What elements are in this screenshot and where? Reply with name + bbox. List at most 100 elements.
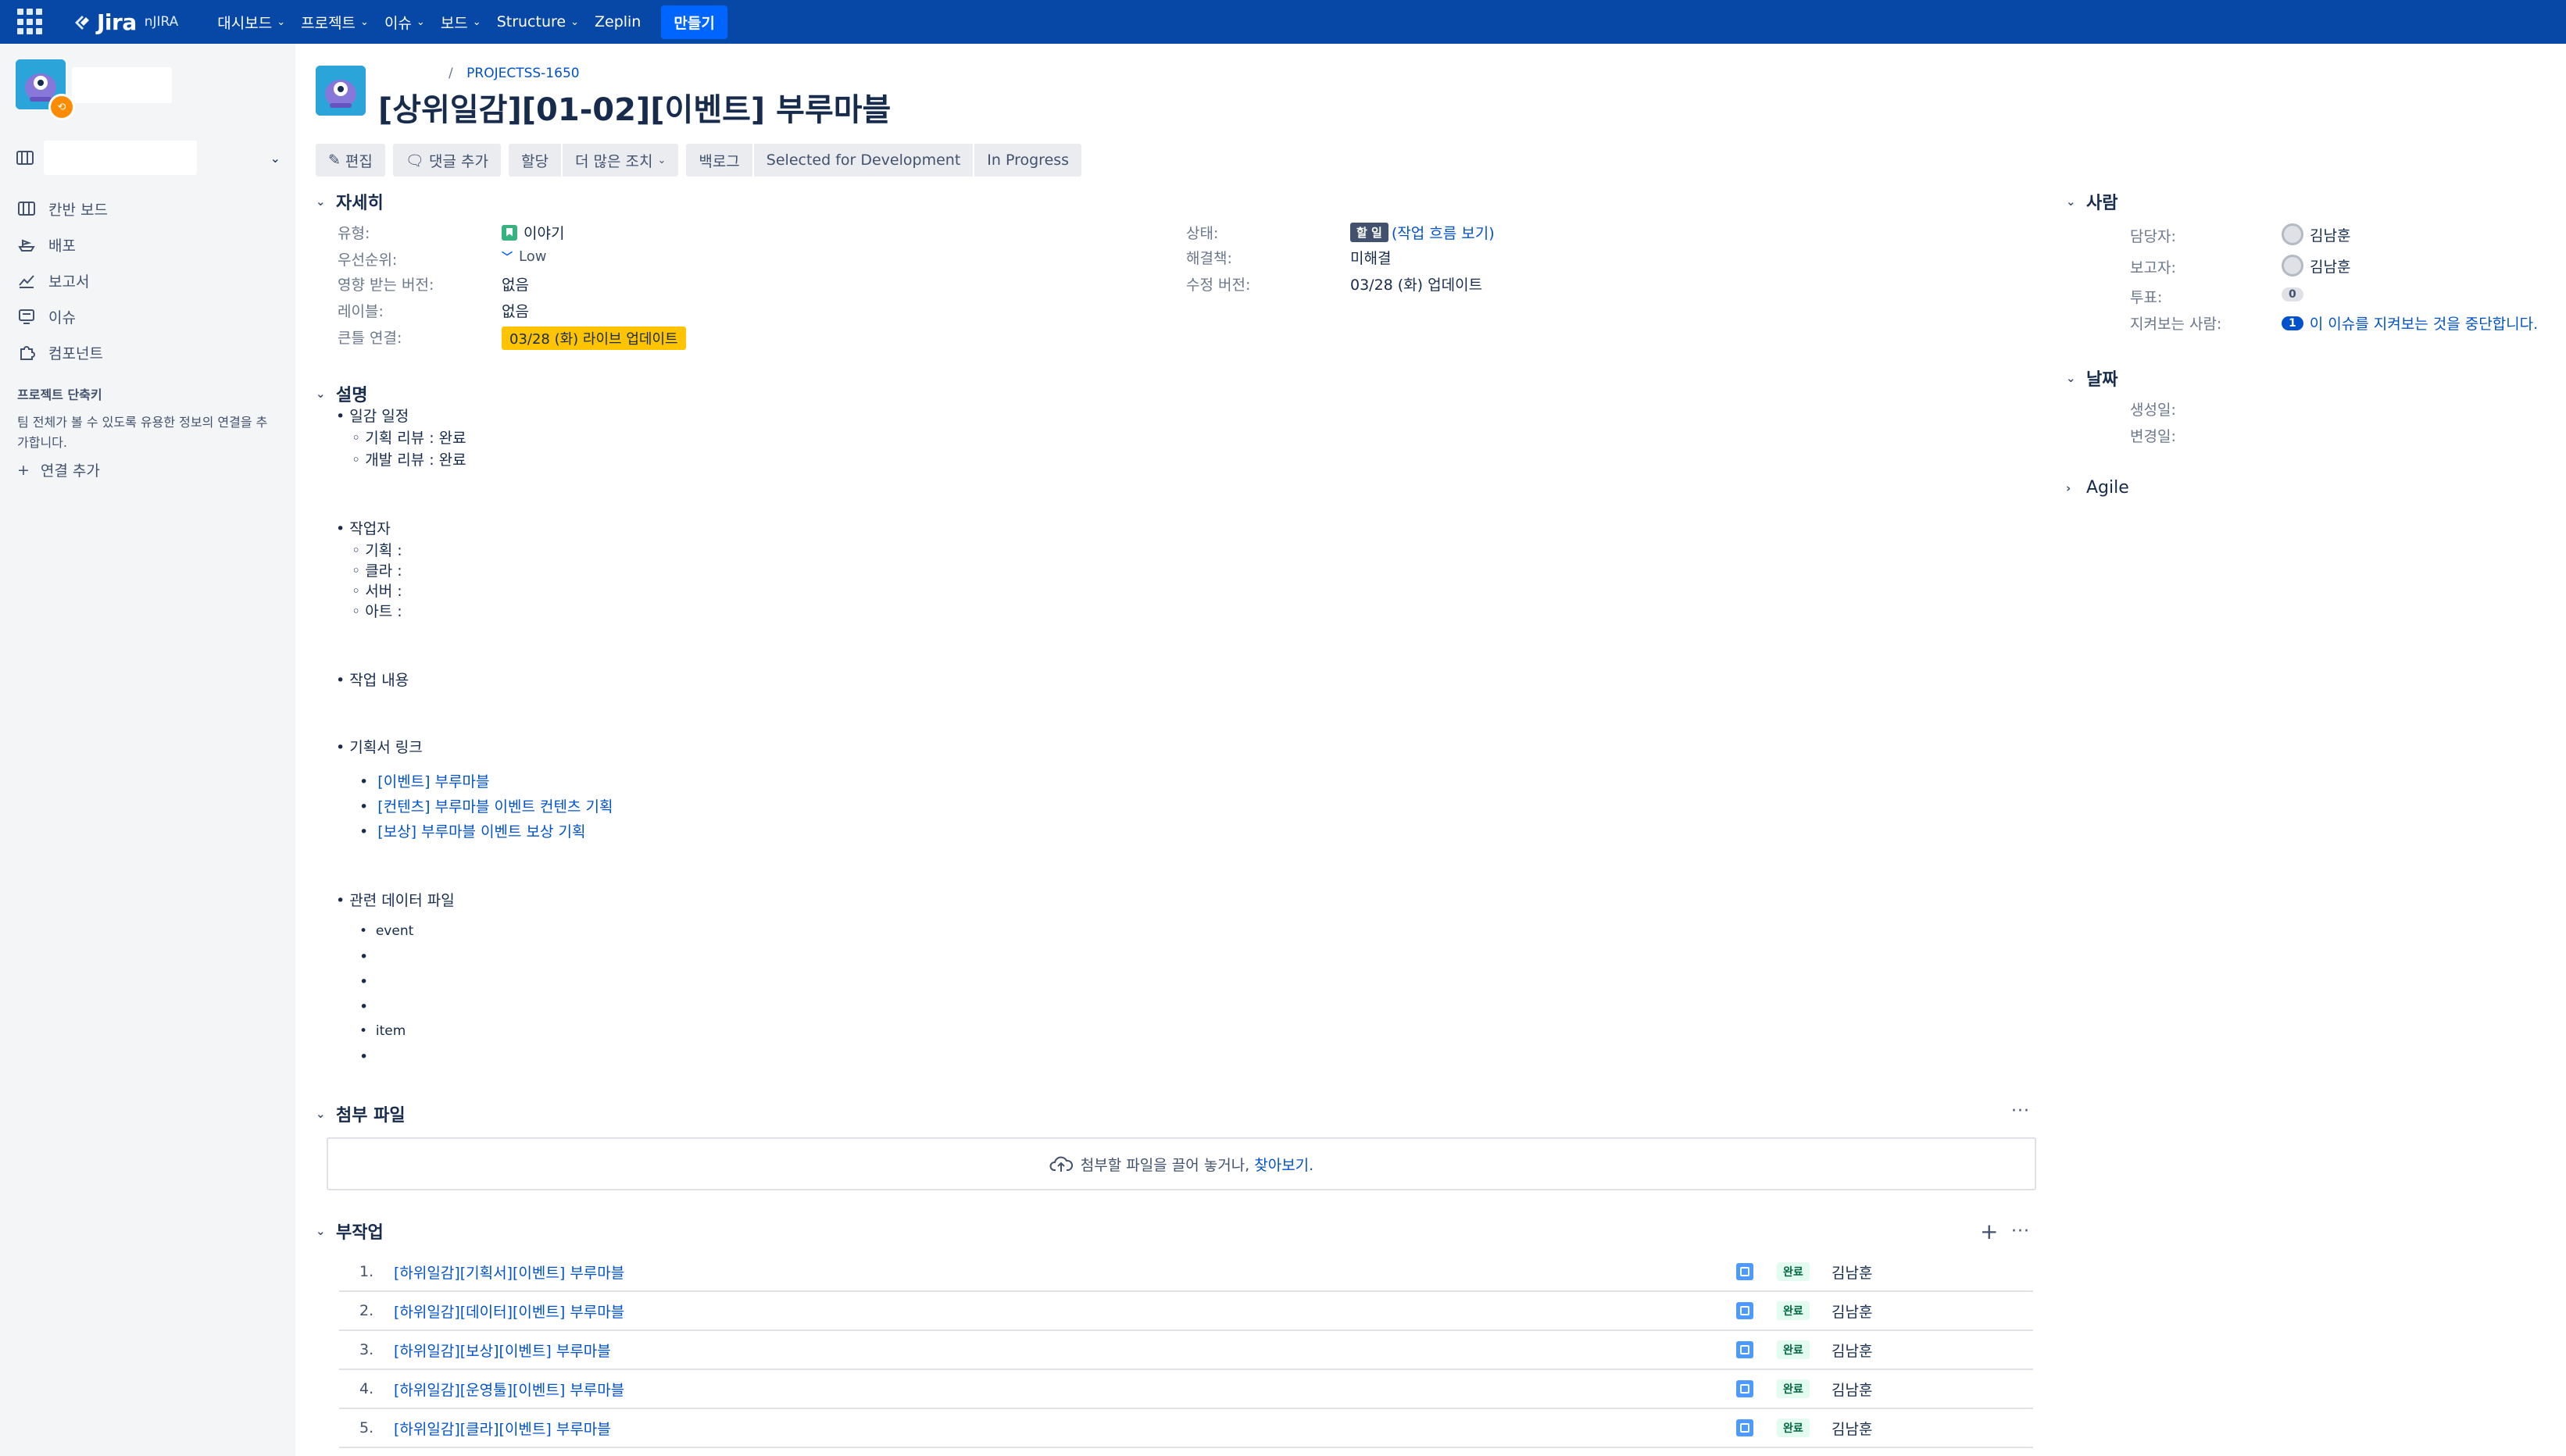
assignee-value[interactable]: 김남훈 — [2282, 223, 2350, 245]
subtask-number: 2. — [359, 1302, 374, 1319]
dates-heading: 날짜 — [2086, 370, 2118, 390]
chevron-down-icon: ⌄ — [416, 16, 425, 28]
add-link-button[interactable]: + 연결 추가 — [17, 459, 100, 480]
view-workflow-link[interactable]: (작업 흐름 보기) — [1392, 222, 1495, 243]
people-heading: 사람 — [2086, 194, 2118, 213]
menu-issues[interactable]: 이슈 ⌄ — [384, 7, 425, 37]
board-name — [44, 141, 197, 175]
menu-label: 대시보드 — [217, 14, 273, 32]
watchers-badge[interactable]: 1 — [2282, 316, 2303, 330]
subtask-assignee[interactable]: 김남훈 — [1832, 1418, 1872, 1439]
backlog-button[interactable]: 백로그 — [686, 144, 752, 177]
comment-icon: 🗨 — [405, 152, 425, 170]
menu-dashboards[interactable]: 대시보드 ⌄ — [217, 7, 285, 37]
logo-text: Jira — [97, 9, 137, 35]
sidebar-item-components[interactable]: 컴포넌트 — [17, 334, 108, 370]
edit-button[interactable]: ✎ 편집 — [316, 144, 385, 177]
subtasks-section-toggle[interactable]: ⌄ 부작업 — [316, 1219, 384, 1244]
subtask-status: 완료 — [1777, 1419, 1810, 1437]
people-section-toggle[interactable]: ⌄ 사람 — [2066, 189, 2117, 214]
menu-label: Structure — [496, 13, 566, 30]
attachment-dropzone[interactable]: 첨부할 파일을 끌어 놓거나, 찾아보기. — [327, 1137, 2036, 1190]
status-value: 할 일 (작업 흐름 보기) — [1350, 222, 1495, 243]
chevron-down-icon: ⌄ — [472, 16, 481, 28]
subtask-link[interactable]: [하위일감][클라][이벤트] 부루마블 — [394, 1418, 611, 1439]
attachments-more-icon[interactable]: ··· — [2011, 1101, 2030, 1121]
project-settings-badge-icon[interactable]: ⟲ — [48, 94, 75, 120]
description-section-toggle[interactable]: ⌄ 설명 — [316, 381, 367, 406]
selected-for-development-button[interactable]: Selected for Development — [753, 144, 974, 177]
priority-text: Low — [519, 248, 547, 265]
more-actions-button[interactable]: 더 많은 조치 ⌄ — [562, 144, 679, 177]
subtask-assignee[interactable]: 김남훈 — [1832, 1301, 1872, 1322]
main-menu: 대시보드 ⌄ 프로젝트 ⌄ 이슈 ⌄ 보드 ⌄ Structure ⌄ Zeplin 만들… — [217, 5, 727, 39]
jira-logo[interactable]: Jira nJIRA — [72, 9, 178, 35]
menu-boards[interactable]: 보드 ⌄ — [441, 7, 481, 37]
app-switcher-icon[interactable] — [17, 9, 44, 35]
plan-link[interactable]: [이벤트] 부루마블 — [377, 773, 489, 790]
agile-section-toggle[interactable]: › Agile — [2066, 478, 2129, 498]
add-comment-button[interactable]: 🗨 댓글 추가 — [392, 144, 501, 177]
details-heading: 자세히 — [336, 194, 384, 213]
subtask-link[interactable]: [하위일감][데이터][이벤트] 부루마블 — [394, 1301, 624, 1322]
votes-badge: 0 — [2282, 287, 2303, 302]
worker-item: ◦ 아트 : — [352, 603, 402, 620]
subtask-number: 4. — [359, 1380, 374, 1397]
subtask-assignee[interactable]: 김남훈 — [1832, 1379, 1872, 1400]
browse-link[interactable]: 찾아보기. — [1254, 1154, 1313, 1175]
votes-value[interactable]: 0 — [2282, 287, 2303, 302]
menu-projects[interactable]: 프로젝트 ⌄ — [301, 7, 369, 37]
menu-zeplin[interactable]: Zeplin — [595, 9, 641, 35]
details-section-toggle[interactable]: ⌄ 자세히 — [316, 189, 384, 214]
epic-link-tag[interactable]: 03/28 (화) 라이브 업데이트 — [502, 327, 686, 350]
subtasks-more-icon[interactable]: ··· — [2011, 1222, 2030, 1241]
issue-project-avatar[interactable] — [316, 66, 366, 116]
story-icon — [502, 224, 517, 241]
chevron-right-icon: › — [2066, 480, 2071, 495]
board-selector[interactable]: ⌄ — [16, 141, 285, 175]
chevron-down-icon: ⌄ — [657, 154, 667, 166]
attachments-section-toggle[interactable]: ⌄ 첨부 파일 — [316, 1101, 406, 1126]
issue-toolbar: ✎ 편집 🗨 댓글 추가 할당 더 많은 조치 ⌄ 백로그 Selected for … — [316, 144, 1082, 177]
worker-item: ◦ 서버 : — [352, 583, 402, 600]
assign-button[interactable]: 할당 — [508, 144, 561, 177]
edit-label: 편집 — [345, 152, 373, 170]
stop-watching-link[interactable]: 이 이슈를 지켜보는 것을 중단합니다. — [2310, 312, 2538, 334]
watchers-label: 지켜보는 사람: — [2130, 316, 2222, 333]
worker-item: ◦ 기획 : — [352, 542, 402, 559]
table-row: 1. [하위일감][기획서][이벤트] 부루마블 완료 김남훈 — [339, 1253, 2033, 1292]
subtask-link[interactable]: [하위일감][기획서][이벤트] 부루마블 — [394, 1262, 624, 1283]
subtask-assignee[interactable]: 김남훈 — [1832, 1340, 1872, 1361]
sidebar-item-issues[interactable]: 이슈 — [17, 298, 108, 334]
menu-label: 이슈 — [384, 14, 412, 32]
add-subtask-plus-icon[interactable]: + — [1980, 1219, 1998, 1244]
plan-link[interactable]: [보상] 부루마블 이벤트 보상 기획 — [377, 823, 585, 840]
issue-key-link[interactable]: PROJECTSS-1650 — [466, 66, 579, 81]
dates-section-toggle[interactable]: ⌄ 날짜 — [2066, 366, 2117, 391]
fix-version-link[interactable]: 03/28 (화) 업데이트 — [1350, 273, 1482, 294]
project-name[interactable] — [72, 67, 172, 103]
reporter-value[interactable]: 김남훈 — [2282, 255, 2350, 277]
data-file-name: event — [375, 923, 414, 939]
list-item: • item — [359, 1023, 406, 1039]
data-file-name: item — [375, 1023, 406, 1039]
sidebar-item-label: 컴포넌트 — [48, 344, 103, 362]
reporter-label: 보고자: — [2130, 259, 2176, 277]
plan-link[interactable]: [컨텐츠] 부루마블 이벤트 컨텐츠 기획 — [377, 798, 613, 815]
sidebar-item-kanban[interactable]: 칸반 보드 — [17, 191, 108, 227]
issue-title[interactable]: [상위일감][01-02][이벤트] 부루마블 — [378, 84, 891, 130]
sidebar-item-releases[interactable]: 배포 — [17, 227, 108, 262]
list-item: • — [359, 973, 378, 990]
resolution-value: 미해결 — [1350, 250, 1392, 267]
subtask-assignee[interactable]: 김남훈 — [1832, 1262, 1872, 1283]
description-heading: 설명 — [336, 386, 368, 405]
in-progress-button[interactable]: In Progress — [974, 144, 1082, 177]
subtask-link[interactable]: [하위일감][보상][이벤트] 부루마블 — [394, 1340, 611, 1361]
menu-label: Zeplin — [594, 13, 642, 30]
subtask-link[interactable]: [하위일감][운영툴][이벤트] 부루마블 — [394, 1379, 624, 1400]
menu-structure[interactable]: Structure ⌄ — [497, 9, 579, 35]
sidebar-item-reports[interactable]: 보고서 — [17, 262, 108, 298]
updated-label: 변경일: — [2130, 428, 2176, 445]
schedule-item: ◦ 개발 리뷰 : 완료 — [352, 451, 466, 469]
create-button[interactable]: 만들기 — [661, 5, 727, 39]
